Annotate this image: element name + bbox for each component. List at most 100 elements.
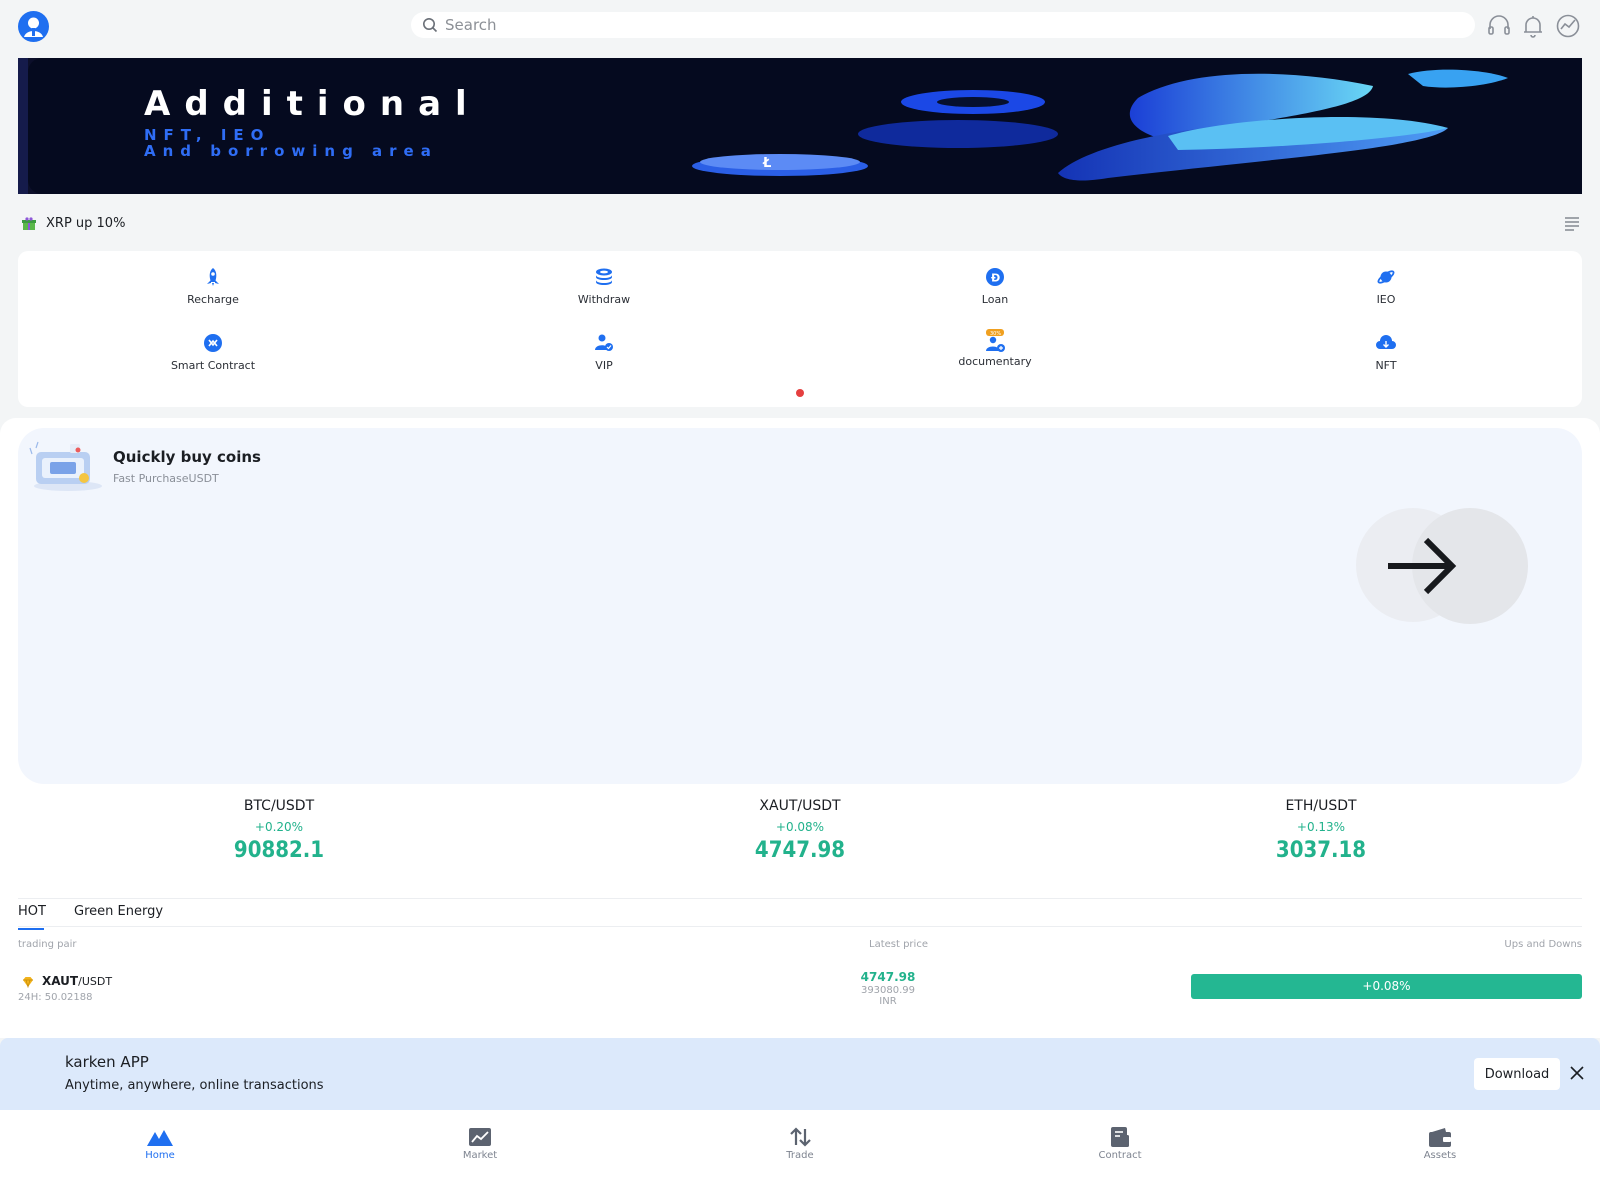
notice-bar[interactable]: XRP up 10% [18,212,1582,236]
local-price: 393080.99 [860,985,916,996]
ticker-pair: ETH/USDT [1285,798,1357,814]
tab-active-indicator [18,928,44,930]
change-badge[interactable]: +0.08% [1191,974,1582,999]
nav-label: Trade [786,1150,814,1161]
banner-main: Ł Additional NFT, IEO And borrowing area [28,58,1582,194]
market-chart-icon [469,1128,491,1146]
coins-stack-icon [596,268,612,285]
gold-diamond-icon [23,977,33,988]
dogecoin-icon: Ð [986,268,1004,286]
wallet-illustration-icon [29,441,102,491]
column-header-pair: trading pair [18,939,77,950]
ticker-change: +0.20% [254,820,304,834]
menu-label: Smart Contract [170,359,256,372]
ticker-change: +0.08% [775,820,825,834]
notice-text: XRP up 10% [46,216,126,231]
pair-symbol: XAUT/USDT [42,974,112,988]
menu-nft[interactable]: NFT [1286,333,1486,372]
app-banner-subtitle: Anytime, anywhere, online transactions [65,1078,324,1093]
search-input[interactable] [445,12,1445,38]
promo-banner[interactable]: Ł Additional NFT, IEO And borrowing area [18,58,1582,194]
market-chart-icon[interactable] [1555,13,1581,39]
menu-label: VIP [595,359,613,372]
menu-vip[interactable]: VIP [504,333,704,372]
menu-ieo[interactable]: IEO [1286,267,1486,306]
table-row[interactable]: XAUT/USDT 24H: 50.02188 4747.98 393080.9… [18,970,1582,1014]
column-header-change: Ups and Downs [1504,939,1582,950]
menu-label: Loan [981,293,1009,306]
quick-buy-title: Quickly buy coins [113,448,261,466]
menu-recharge[interactable]: Recharge [113,267,313,306]
nav-assets[interactable]: Assets [1380,1127,1500,1161]
nav-label: Home [145,1150,175,1161]
bell-icon[interactable] [1520,13,1546,39]
ticker-pair: XAUT/USDT [759,798,841,814]
vip-user-icon [595,334,613,351]
menu-documentary[interactable]: 30% documentary [895,329,1095,368]
ticker-pair: BTC/USDT [243,798,315,814]
rocket-icon [207,268,219,286]
menu-label: Withdraw [577,293,631,306]
copy-trade-badge-text: 30% [990,331,1001,337]
app-download-banner: karken APP Anytime, anywhere, online tra… [0,1038,1600,1110]
nav-contract[interactable]: Contract [1060,1127,1180,1161]
banner-title: Additional [144,84,481,124]
ticker-btc[interactable]: BTC/USDT +0.20% 90882.1 [129,798,429,863]
menu-withdraw[interactable]: Withdraw [504,267,704,306]
quick-buy-subtitle: Fast PurchaseUSDT [113,472,219,485]
ticker-change: +0.13% [1296,820,1346,834]
nav-label: Market [462,1150,498,1161]
contract-icon [204,334,222,352]
nav-label: Contract [1098,1150,1142,1161]
latest-price: 4747.98 [860,970,916,984]
quick-buy-arrow-button[interactable] [1388,508,1528,624]
quick-buy-card[interactable]: Quickly buy coins Fast PurchaseUSDT [18,428,1582,784]
pair-quote: /USDT [78,975,113,988]
pager-dot[interactable] [796,389,804,397]
notice-list-icon[interactable] [1564,216,1580,232]
nav-home[interactable]: Home [100,1127,220,1161]
local-currency: INR [879,996,897,1007]
banner-edge [18,58,28,194]
wallet-icon [1429,1128,1451,1147]
svg-text:Ð: Ð [991,272,1000,285]
tab-green-energy[interactable]: Green Energy [74,904,163,919]
gift-icon [22,217,36,230]
home-mountains-icon [147,1130,173,1146]
divider [18,926,1582,927]
divider [18,898,1582,899]
column-header-price: Latest price [869,939,928,950]
ticker-eth[interactable]: ETH/USDT +0.13% 3037.18 [1171,798,1471,863]
pair-volume: 24H: 50.02188 [18,992,93,1003]
ticker-xaut[interactable]: XAUT/USDT +0.08% 4747.98 [650,798,950,863]
arrow-right-icon [1388,537,1457,595]
menu-label: documentary [958,355,1032,368]
contract-document-icon [1111,1127,1129,1147]
nav-trade[interactable]: Trade [740,1127,860,1161]
planet-icon [1377,270,1395,284]
search-icon [423,18,438,33]
menu-label: Recharge [187,293,239,306]
nft-cloud-icon [1376,335,1396,349]
banner-subtitle-2: And borrowing area [144,142,438,160]
nav-label: Assets [1423,1150,1457,1161]
close-icon[interactable] [1569,1065,1585,1081]
svg-text:Ł: Ł [762,156,771,171]
latest-price-cell: 4747.98 393080.99 INR [838,970,938,1007]
main-content: Quickly buy coins Fast PurchaseUSDT BTC/… [0,418,1600,1038]
nav-market[interactable]: Market [420,1127,540,1161]
ticker-price: 4747.98 [754,838,846,863]
search-bar[interactable] [411,12,1475,38]
menu-smart-contract[interactable]: Smart Contract [113,333,313,372]
tab-hot[interactable]: HOT [18,904,46,919]
user-avatar-icon[interactable] [18,11,49,42]
bottom-nav: Home Market Trade Contract Assets [0,1110,1600,1200]
download-button[interactable]: Download [1474,1058,1560,1090]
headset-icon[interactable] [1486,13,1512,39]
top-header [0,0,1600,52]
quick-menu: Recharge Withdraw Ð Loan IEO Smart Contr… [18,251,1582,407]
ticker-price: 3037.18 [1275,838,1367,863]
menu-loan[interactable]: Ð Loan [895,267,1095,306]
ticker-price: 90882.1 [233,838,325,863]
pair-base: XAUT [42,974,79,988]
